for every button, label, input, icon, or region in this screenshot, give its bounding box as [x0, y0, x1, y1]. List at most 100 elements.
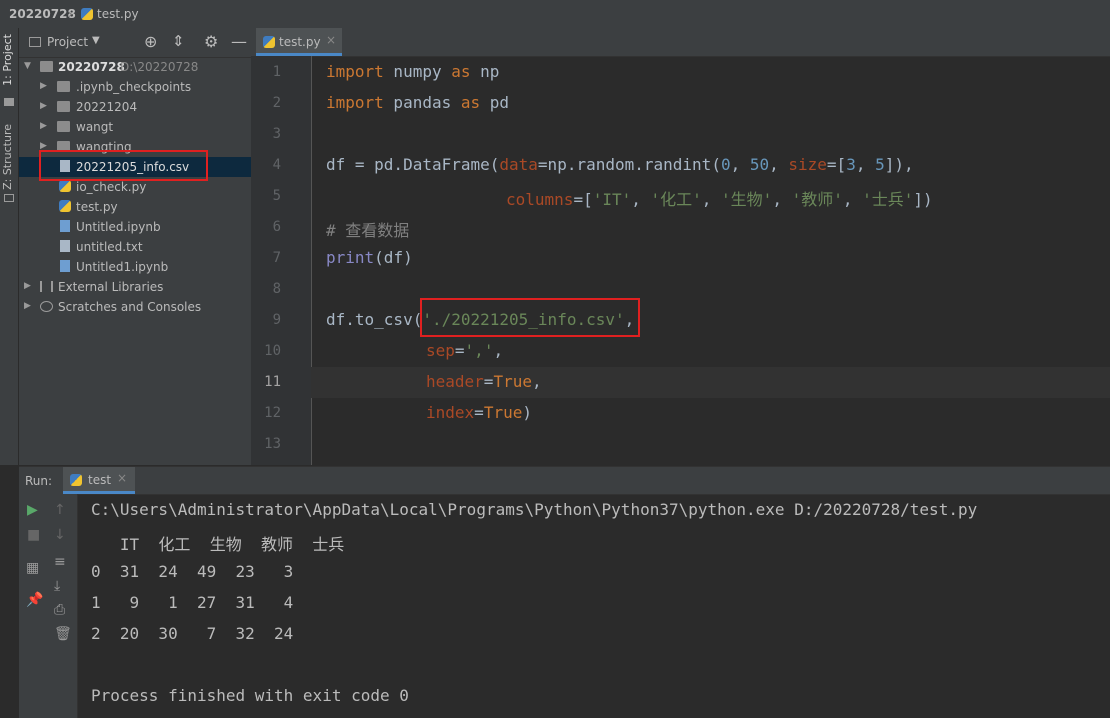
tree-item-label: Untitled1.ipynb: [76, 260, 169, 274]
project-view-selector[interactable]: Project: [47, 35, 88, 49]
scratches-icon: [40, 301, 53, 312]
soft-wrap-icon[interactable]: ≡: [54, 554, 66, 570]
collapsed-arrow-icon[interactable]: ▶: [40, 121, 47, 131]
tab-label: test.py: [279, 35, 321, 49]
minimize-icon[interactable]: —: [231, 32, 247, 51]
chevron-down-icon[interactable]: ▼: [92, 35, 100, 46]
code-text: ,: [493, 341, 504, 360]
code-comment: # 查看数据: [326, 221, 410, 240]
parameter: header: [426, 372, 484, 391]
code-text: =[: [573, 190, 593, 209]
tab-test-py[interactable]: test.py ×: [256, 28, 342, 56]
locate-icon[interactable]: ⊕: [144, 32, 157, 51]
rerun-icon[interactable]: ▶: [27, 502, 38, 518]
python-file-icon: [70, 474, 82, 486]
collapsed-arrow-icon[interactable]: ▶: [40, 101, 47, 111]
code-text: ]): [913, 190, 933, 209]
stop-icon[interactable]: ■: [27, 527, 40, 543]
string: '教师': [791, 190, 843, 209]
highlight-box-csv-path: [420, 298, 640, 337]
layout-icon[interactable]: ▦: [26, 560, 39, 576]
tree-item-folder[interactable]: ▶ wangt: [19, 117, 251, 137]
tree-root[interactable]: ▼ 20220728 D:\20220728: [19, 57, 251, 77]
code-text: np: [470, 62, 500, 81]
line-number: 1: [272, 64, 281, 80]
collapsed-arrow-icon[interactable]: ▶: [24, 281, 31, 291]
tree-item-label: 20221204: [76, 100, 138, 114]
code-text: ,: [531, 372, 542, 391]
tree-item-external-libraries[interactable]: ▶ External Libraries: [19, 277, 251, 297]
breadcrumb-separator-icon: ›: [68, 7, 73, 21]
tree-item-label: External Libraries: [58, 280, 164, 294]
tree-item-scratches[interactable]: ▶ Scratches and Consoles: [19, 297, 251, 317]
code-text: =[: [826, 155, 847, 174]
close-icon[interactable]: ×: [117, 471, 127, 485]
notebook-file-icon: [60, 260, 70, 272]
run-panel: Run: test × ▶ ↑ ■ ↓ ≡ ▦ ⤓ 📌 ⎙ 🗑 C:\Users…: [19, 466, 1110, 718]
line-number: 9: [272, 312, 281, 328]
print-icon[interactable]: ⎙: [54, 602, 65, 618]
code-text: =: [454, 341, 465, 360]
code-text: ,: [730, 155, 750, 174]
code-editor: test.py × 1 2 3 4 5 6 7 8 9 10 11 12 13 …: [251, 28, 1110, 465]
keyword: as: [451, 62, 471, 81]
code-line-7: print(df): [326, 248, 413, 267]
left-tool-strip: 1: Project Z: Structure: [0, 28, 19, 465]
editor-tab-bar: test.py ×: [251, 28, 1110, 57]
trash-icon[interactable]: 🗑: [54, 626, 72, 642]
code-line-4: df = pd.DataFrame(data=np.random.randint…: [326, 155, 914, 174]
expanded-arrow-icon[interactable]: ▼: [24, 61, 31, 71]
tree-item-folder[interactable]: ▶ 20221204: [19, 97, 251, 117]
line-number: 2: [272, 95, 281, 111]
notebook-file-icon: [60, 220, 70, 232]
highlight-box-csv-file: [39, 150, 208, 181]
collapsed-arrow-icon[interactable]: ▶: [40, 81, 47, 91]
code-text: pandas: [383, 93, 461, 112]
line-number: 5: [272, 188, 281, 204]
tree-item-file[interactable]: Untitled.ipynb: [19, 217, 251, 237]
project-panel: Project ▼ ⊕ ⇕ ⚙ — ▼ 20220728 D:\20220728…: [19, 28, 251, 465]
structure-tool-tab[interactable]: Z: Structure: [1, 124, 14, 190]
breadcrumb-project[interactable]: 20220728: [9, 7, 76, 21]
code-text: =np.random.randint(: [537, 155, 721, 174]
arrow-up-icon[interactable]: ↑: [54, 502, 66, 518]
folder-icon: [40, 61, 53, 72]
run-tab-test[interactable]: test ×: [63, 467, 135, 494]
number: 50: [749, 155, 770, 174]
line-number: 8: [272, 281, 281, 297]
line-number-gutter: 1 2 3 4 5 6 7 8 9 10 11 12 13: [251, 56, 312, 465]
code-text: =: [483, 372, 494, 391]
tree-item-file[interactable]: Untitled1.ipynb: [19, 257, 251, 277]
code-text: numpy: [383, 62, 452, 81]
python-file-icon: [81, 8, 93, 20]
run-label: Run:: [25, 474, 53, 488]
project-tool-tab[interactable]: 1: Project: [1, 34, 14, 86]
code-text: pd: [480, 93, 510, 112]
pin-icon[interactable]: 📌: [26, 592, 43, 608]
tree-item-folder[interactable]: ▶ .ipynb_checkpoints: [19, 77, 251, 97]
tree-item-file[interactable]: test.py: [19, 197, 251, 217]
scroll-to-end-icon[interactable]: ⤓: [54, 578, 60, 594]
console-line: 1 9 1 27 31 4: [91, 593, 294, 612]
code-line-10: sep=',',: [426, 341, 503, 360]
code-text: df.to_csv(: [326, 310, 423, 329]
code-line-5: columns=['IT', '化工', '生物', '教师', '士兵']): [506, 186, 933, 210]
collapsed-arrow-icon[interactable]: ▶: [24, 301, 31, 311]
keyword: as: [460, 93, 481, 112]
parameter: size: [788, 155, 827, 174]
collapse-all-icon[interactable]: ⇕: [172, 32, 185, 50]
gear-icon[interactable]: ⚙: [204, 32, 218, 51]
tree-item-label: untitled.txt: [76, 240, 143, 254]
parameter: index: [426, 403, 475, 422]
keyword: True: [483, 403, 523, 422]
code-text: ,: [842, 190, 863, 209]
project-view-icon: [29, 37, 41, 47]
console-line: Process finished with exit code 0: [91, 686, 409, 705]
parameter: data: [499, 155, 538, 174]
code-text: ,: [772, 190, 792, 209]
arrow-down-icon[interactable]: ↓: [54, 527, 66, 543]
close-icon[interactable]: ×: [326, 33, 336, 47]
breadcrumb-file[interactable]: test.py: [97, 7, 139, 21]
console-line: 2 20 30 7 32 24: [91, 624, 294, 643]
tree-item-file[interactable]: untitled.txt: [19, 237, 251, 257]
